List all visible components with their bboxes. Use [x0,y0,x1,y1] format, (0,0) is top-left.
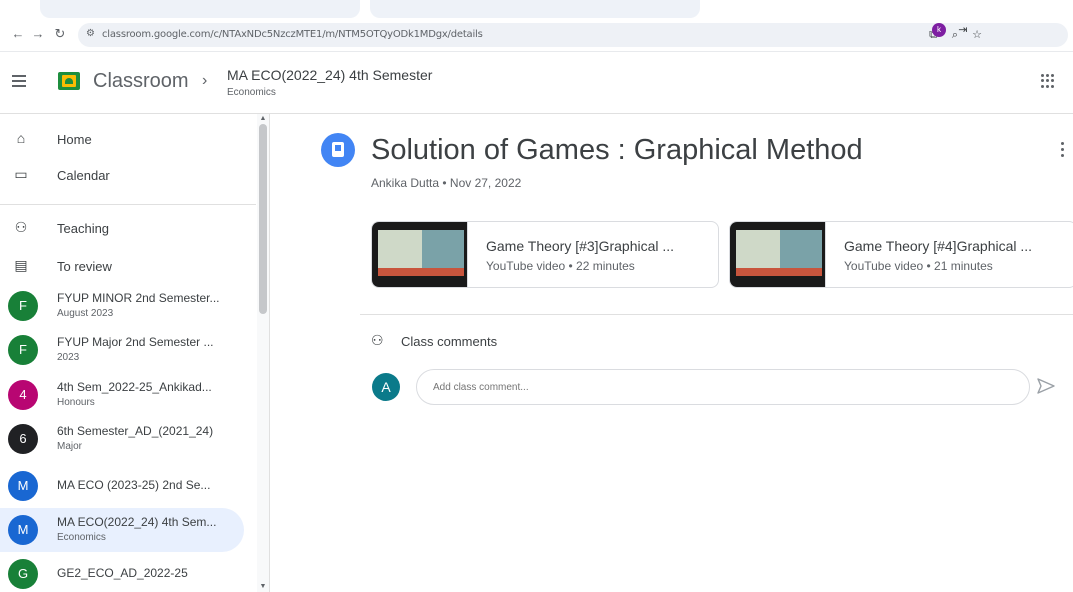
sidebar-item-teaching[interactable]: ⚇ Teaching [0,213,258,245]
class-subtitle: Honours [57,397,95,408]
browser-tab[interactable] [370,0,700,18]
section-divider [360,314,1073,315]
class-name: MA ECO (2023-25) 2nd Se... [57,478,211,492]
class-comments-icon: ⚇ [371,332,384,348]
class-comments-label: Class comments [401,334,498,349]
class-subtitle: Economics [57,532,106,543]
sidebar-item-home[interactable]: ⌂ Home [0,124,258,156]
sidebar-class-item[interactable]: G GE2_ECO_AD_2022-25 [0,552,244,592]
classroom-logo-icon[interactable] [58,72,80,90]
sidebar-class-item[interactable]: 4 4th Sem_2022-25_Ankikad... Honours [0,373,244,417]
sidebar: ⌂ Home ▭ Calendar ⚇ Teaching ▤ To review… [0,114,270,592]
browser-toolbar: ← → ↻ ⚙ classroom.google.com/c/NTAxNDc5N… [0,18,1073,52]
attachment-title: Game Theory [#3]Graphical ... [486,238,675,254]
review-icon: ▤ [14,257,28,273]
sidebar-item-calendar[interactable]: ▭ Calendar [0,160,258,192]
scrollbar-thumb[interactable] [259,124,267,314]
sidebar-class-item[interactable]: F FYUP MINOR 2nd Semester... August 2023 [0,284,244,328]
scroll-up-icon[interactable]: ▲ [257,115,269,122]
class-subtitle: 2023 [57,352,80,363]
attachment-card[interactable]: Game Theory [#4]Graphical ... YouTube vi… [729,221,1073,288]
reload-icon[interactable]: ↻ [52,26,68,42]
class-subtitle: Major [57,441,83,452]
back-icon[interactable]: ← [10,26,26,41]
class-name: FYUP MINOR 2nd Semester... [57,291,220,305]
breadcrumb-class-subtitle: Economics [227,87,276,98]
class-avatar: F [8,335,38,365]
class-avatar: G [8,559,38,589]
home-icon: ⌂ [16,130,26,146]
sidebar-class-item[interactable]: M MA ECO (2023-25) 2nd Se... [0,464,244,508]
send-icon[interactable] [1036,377,1056,395]
class-avatar: M [8,471,38,501]
class-avatar: 6 [8,424,38,454]
sidebar-class-item-active[interactable]: M MA ECO(2022_24) 4th Sem... Economics [0,508,244,552]
avatar: A [372,373,400,401]
video-thumbnail [372,222,468,287]
attachment-subtitle: YouTube video • 21 minutes [844,259,993,273]
url-text: classroom.google.com/c/NTAxNDc5NzczMTE1/… [102,29,483,40]
sidebar-item-label: Home [57,132,92,147]
profile-icon[interactable]: k [932,23,946,37]
sidebar-item-label: Teaching [57,221,110,236]
class-name: GE2_ECO_AD_2022-25 [57,566,188,580]
class-subtitle: August 2023 [57,308,114,319]
extension-icon[interactable]: ⇥ [956,23,970,37]
sidebar-class-item[interactable]: 6 6th Semester_AD_(2021_24) Major [0,417,244,461]
breadcrumb-class-title[interactable]: MA ECO(2022_24) 4th Semester [227,67,432,83]
site-info-icon[interactable]: ⚙ [86,28,95,39]
post-title: Solution of Games : Graphical Method [371,134,863,166]
address-bar[interactable]: ⚙ classroom.google.com/c/NTAxNDc5NzczMTE… [78,23,1068,47]
class-avatar: 4 [8,380,38,410]
class-name: MA ECO(2022_24) 4th Sem... [57,515,217,529]
sidebar-class-item[interactable]: F FYUP Major 2nd Semester ... 2023 [0,328,244,372]
attachment-card[interactable]: Game Theory [#3]Graphical ... YouTube vi… [371,221,719,288]
class-avatar: M [8,515,38,545]
app-header: Classroom › MA ECO(2022_24) 4th Semester… [0,52,1073,114]
attachment-title: Game Theory [#4]Graphical ... [844,238,1033,254]
material-post-icon [321,133,355,167]
sidebar-scrollbar[interactable]: ▲ ▼ [257,114,269,592]
browser-tab[interactable] [40,0,360,18]
class-name: 4th Sem_2022-25_Ankikad... [57,380,212,394]
apps-grid-icon[interactable] [1041,74,1055,88]
breadcrumb-separator-icon: › [202,72,208,89]
class-name: 6th Semester_AD_(2021_24) [57,424,214,438]
attachment-subtitle: YouTube video • 22 minutes [486,259,635,273]
sidebar-divider [0,204,256,205]
comment-input[interactable] [416,369,1030,405]
class-avatar: F [8,291,38,321]
people-icon: ⚇ [14,219,28,235]
browser-tab-strip [0,0,1073,18]
class-name: FYUP Major 2nd Semester ... [57,335,214,349]
main-menu-icon[interactable] [12,75,26,87]
more-options-icon[interactable] [1061,142,1065,160]
sidebar-item-label: Calendar [57,168,110,183]
bookmark-star-icon[interactable]: ☆ [970,28,984,42]
brand-name[interactable]: Classroom [93,70,189,93]
post-meta: Ankika Dutta • Nov 27, 2022 [371,176,522,190]
calendar-icon: ▭ [14,166,28,182]
forward-icon[interactable]: → [30,26,46,41]
video-thumbnail [730,222,826,287]
scroll-down-icon[interactable]: ▼ [257,583,269,590]
sidebar-item-label: To review [57,259,112,274]
sidebar-item-to-review[interactable]: ▤ To review [0,251,258,283]
